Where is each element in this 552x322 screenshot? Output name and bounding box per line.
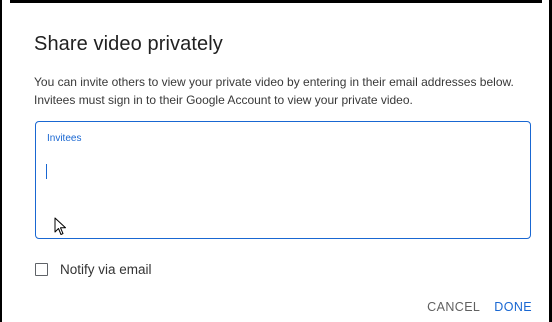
mouse-pointer-icon [54,217,66,235]
dialog-actions: CANCEL DONE [427,300,532,314]
notify-via-email-row[interactable]: Notify via email [35,260,152,278]
notify-via-email-checkbox[interactable] [35,262,48,276]
invitees-label: Invitees [47,133,82,144]
invitees-input[interactable]: Invitees [35,121,531,239]
screenshot-stage: Share video privately You can invite oth… [0,0,552,322]
text-caret [46,164,47,179]
done-button[interactable]: DONE [494,300,532,314]
description-line-2: Invitees must sign in to their Google Ac… [34,93,413,107]
description-line-1: You can invite others to view your priva… [34,75,514,89]
share-video-dialog: Share video privately You can invite oth… [2,3,549,322]
dialog-title: Share video privately [34,33,223,55]
notify-via-email-label[interactable]: Notify via email [60,262,152,277]
cancel-button[interactable]: CANCEL [427,300,480,314]
dialog-description: You can invite others to view your priva… [34,73,539,109]
